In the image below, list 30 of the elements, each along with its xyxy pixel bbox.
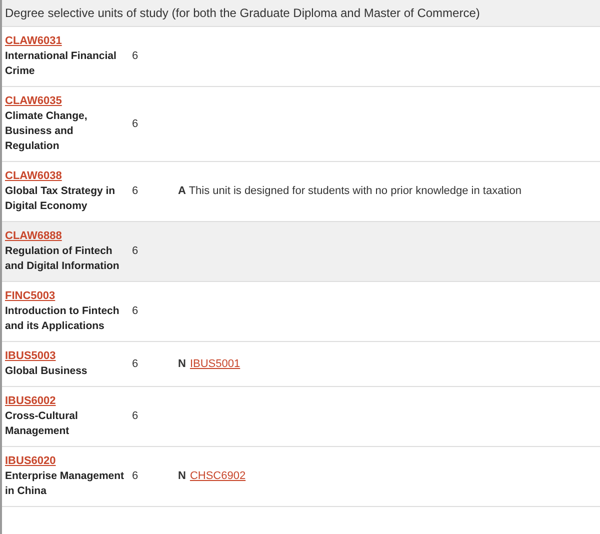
credit-points: 6 <box>132 409 140 424</box>
note-label: N <box>178 356 186 372</box>
unit-code-link[interactable]: IBUS6002 <box>5 394 56 409</box>
credit-points: 6 <box>132 469 140 484</box>
credit-points: 6 <box>132 304 140 320</box>
unit-name: Global Business <box>5 364 88 379</box>
prerequisite-link[interactable]: IBUS5001 <box>190 356 240 372</box>
unit-name: Cross-Cultural Management <box>5 409 79 439</box>
unit-code-link[interactable]: IBUS5003 <box>5 349 56 364</box>
credit-points: 6 <box>132 116 140 132</box>
table-heading: Degree selective units of study (for both the Graduate Diploma and Master of Commerce) <box>2 0 600 27</box>
unit-name: Enterprise Management in China <box>5 469 126 499</box>
unit-name: International Financial Crime <box>5 49 118 79</box>
unit-code-link[interactable]: IBUS6020 <box>5 454 56 469</box>
unit-code-link[interactable]: CLAW6031 <box>5 34 62 49</box>
credit-points: 6 <box>132 184 140 200</box>
unit-note: A This unit is designed for students with no prior knowledge in taxation <box>178 184 522 200</box>
unit-code-link[interactable]: FINC5003 <box>5 289 56 304</box>
unit-name: Introduction to Fintech and its Applications <box>5 304 120 334</box>
unit-code-link[interactable]: CLAW6038 <box>5 169 62 184</box>
credit-points: 6 <box>132 49 140 64</box>
note-label: N <box>178 469 186 484</box>
unit-name: Regulation of Fintech and Digital Information <box>5 244 120 274</box>
unit-name: Global Tax Strategy in Digital Economy <box>5 184 116 214</box>
unit-name: Climate Change, Business and Regulation <box>5 109 88 154</box>
credit-points: 6 <box>132 356 140 372</box>
credit-points: 6 <box>132 244 140 260</box>
prerequisite-link[interactable]: CHSC6902 <box>190 468 246 485</box>
unit-code-link[interactable]: CLAW6035 <box>5 94 62 109</box>
unit-code-link[interactable]: CLAW6888 <box>5 229 62 244</box>
